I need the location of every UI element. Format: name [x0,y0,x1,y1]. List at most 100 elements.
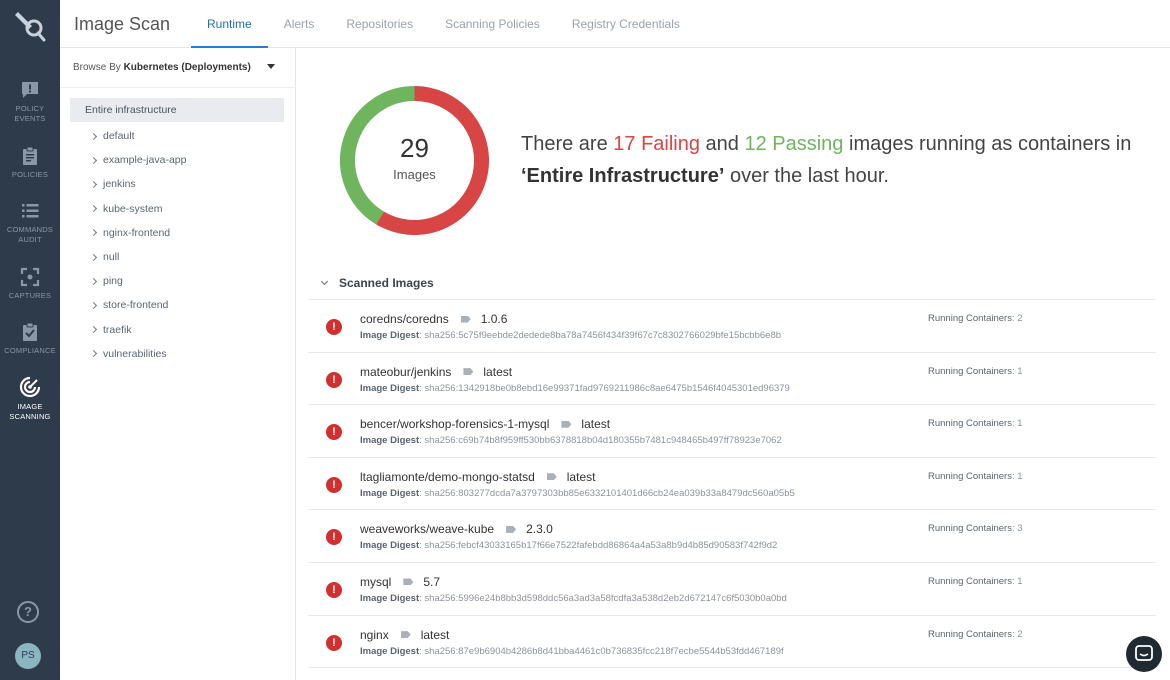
chevron-down-icon [320,277,329,286]
capture-frame-icon [20,267,40,287]
image-tag: 2.3.0 [526,522,553,537]
tree-item[interactable]: kube-system [89,197,186,221]
digest-label: Image Digest [360,330,420,341]
image-name: ltagliamonte/demo-mongo-statsd [360,469,535,484]
image-name-line: coredns/coredns 1.0.6 [360,312,507,326]
table-row[interactable]: ! weaveworks/weave-kube 2.3.0 Image Digest:… [308,510,1156,563]
running-label: Running Containers [928,470,1012,482]
digest-value: : sha256:5c75f9eebde2dedede8ba78a7456f43… [419,330,782,341]
digest-value: : sha256:5996e24b8bb3d598ddc56a3ad3a58fc… [419,592,787,604]
image-digest: Image Digest: sha256:c69b74b8f959ff530bb… [360,435,782,446]
tag-icon [506,525,517,533]
nav-label: COMMANDS AUDIT [6,225,54,244]
scanned-images-toggle[interactable]: Scanned Images [318,276,434,290]
sysdig-logo-icon[interactable] [10,6,50,46]
nav-captures[interactable]: CAPTURES [0,267,60,301]
nav-policies[interactable]: POLICIES [0,146,60,180]
browse-by-dropdown[interactable]: Browse By Kubernetes (Deployments) [73,62,251,73]
tree-item[interactable]: default [89,124,186,148]
clipboard-check-icon [23,322,37,341]
table-row[interactable]: ! mysql 5.7 Image Digest: sha256:5996e24b8b… [308,563,1156,616]
tree-list: default example-java-app jenkins kube-syste… [89,124,187,366]
chevron-right-icon [89,156,98,164]
table-row[interactable]: ! coredns/coredns 1.0.6 Image Digest: sha25… [308,300,1156,353]
tag-icon [546,473,557,481]
tab-scanning-policies[interactable]: Scanning Policies [429,0,556,48]
tree-item[interactable]: null [89,245,186,269]
image-name-line: nginx latest [360,628,449,642]
avatar[interactable]: PS [15,643,41,669]
image-tag: latest [420,627,450,642]
table-row[interactable]: ! ltagliamonte/demo-mongo-statsd latest Ima… [308,458,1156,511]
table-row[interactable]: ! mateobur/jenkins latest Image Digest: sha… [308,353,1156,406]
image-digest: Image Digest: sha256:87e9b6904b4286b8d41… [360,646,784,657]
tree-item-label: jenkins [103,178,136,191]
table-row[interactable]: ! bencer/workshop-forensics-1-mysql latest… [308,405,1156,458]
chevron-right-icon [89,301,98,309]
tab-repositories[interactable]: Repositories [330,0,429,48]
nav-commands-audit[interactable]: COMMANDS AUDIT [0,201,60,245]
digest-label: Image Digest [360,540,420,552]
tree-item-label: store-frontend [103,299,169,312]
tree-item[interactable]: vulnerabilities [89,342,186,366]
tree-item-label: example-java-app [103,154,187,167]
tree-item[interactable]: ping [89,269,186,293]
table-row[interactable]: ! nginx latest Image Digest: sha256:87e9b69… [308,616,1156,669]
failing-count: 17 Failing [613,133,700,155]
image-name-line: ltagliamonte/demo-mongo-statsd latest [360,470,595,484]
failed-status-icon: ! [326,529,342,546]
image-name-line: bencer/workshop-forensics-1-mysql latest [360,417,610,431]
summary-text: There are [521,133,614,155]
chevron-right-icon [89,326,98,334]
running-label: Running Containers [928,365,1012,377]
tree-item-label: default [103,130,135,143]
running-value: : 2 [1011,313,1023,324]
image-tag: 5.7 [423,574,441,589]
tree-root-entire-infrastructure[interactable]: Entire infrastructure [70,98,284,122]
tab-runtime[interactable]: Runtime [191,0,268,49]
tree-item-label: traefik [103,323,132,336]
tab-alerts[interactable]: Alerts [268,0,331,48]
chevron-right-icon [89,253,98,261]
nav-policy-events[interactable]: POLICY EVENTS [0,80,60,124]
tab-registry-credentials[interactable]: Registry Credentials [556,0,696,48]
divider [60,87,296,88]
tree-item[interactable]: example-java-app [89,148,187,172]
images-donut-chart: 29 Images [340,86,489,235]
image-name: weaveworks/weave-kube [360,522,495,537]
passing-count: 12 Passing [744,133,844,155]
tree-item[interactable]: jenkins [89,172,186,196]
digest-value: : sha256:c69b74b8f959ff530bb6378818b04d1… [419,435,782,447]
donut-failing-arc [376,86,489,235]
chat-icon [1135,645,1153,661]
image-name-line: mysql 5.7 [360,575,440,589]
nav-label: CAPTURES [8,291,52,300]
summary-text: and [699,133,745,155]
tag-icon [403,578,414,586]
failed-status-icon: ! [326,424,342,441]
digest-value: : sha256:febcf43033165b17f66e7522fafebdd… [419,540,778,552]
help-icon[interactable]: ? [17,601,39,623]
chevron-right-icon [89,350,98,358]
tree-item[interactable]: nginx-frontend [89,221,186,245]
image-tag: 1.0.6 [480,312,508,326]
image-name: mateobur/jenkins [360,364,452,379]
chat-launcher-button[interactable] [1126,636,1162,672]
image-digest: Image Digest: sha256:803277dcda7a3797303… [360,488,795,499]
nav-image-scanning[interactable]: IMAGE SCANNING [0,376,60,422]
tree-item[interactable]: traefik [89,318,186,342]
tree-item[interactable]: store-frontend [89,293,186,317]
nav-label: COMPLIANCE [4,346,56,355]
digest-label: Image Digest [360,435,420,447]
nav-compliance[interactable]: COMPLIANCE [0,322,60,356]
running-containers: Running Containers: 1 [928,576,1023,587]
digest-label: Image Digest [360,592,420,604]
caret-down-icon[interactable] [267,64,275,69]
tag-icon [460,315,471,323]
digest-value: : sha256:1342918be0b8ebd16e99371fad97692… [419,382,790,394]
running-label: Running Containers [928,628,1012,640]
nav-label: POLICY EVENTS [14,104,46,123]
scan-summary-text: There are 17 Failing and 12 Passing imag… [521,128,1161,192]
summary-text: images running as containers in [843,133,1132,155]
section-title: Scanned Images [339,276,434,290]
